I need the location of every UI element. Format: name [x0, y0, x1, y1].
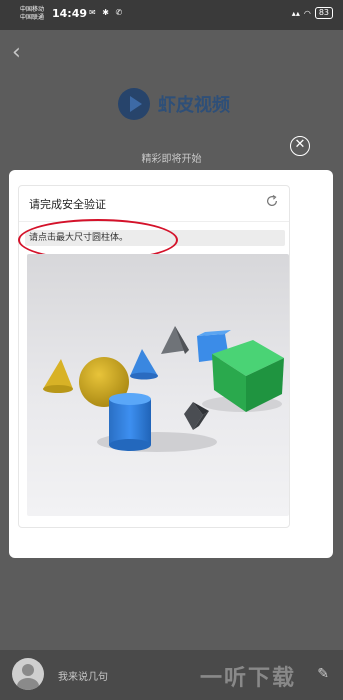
wifi-icon: ◠	[303, 8, 311, 18]
carrier-labels: 中国移动 中国联通	[20, 6, 44, 22]
app-logo: 虾皮视频	[118, 88, 230, 120]
comment-input[interactable]: 我来说几句	[58, 668, 108, 683]
close-button[interactable]: ✕	[290, 136, 310, 156]
app-name: 虾皮视频	[158, 95, 230, 116]
edit-icon[interactable]: ✎	[317, 666, 329, 682]
system-icons: ▴▴ ◠ 83	[292, 7, 333, 19]
back-button[interactable]: ‹	[12, 42, 32, 64]
carrier-2: 中国联通	[20, 14, 45, 21]
clock: 14:49	[52, 7, 88, 20]
captcha-title: 请完成安全验证	[29, 198, 106, 211]
captcha-card: 请完成安全验证 请点击最大尺寸圆柱体。	[18, 185, 290, 528]
carrier-1: 中国移动	[20, 6, 45, 13]
blue-cylinder[interactable]	[109, 393, 151, 451]
refresh-icon[interactable]	[265, 194, 279, 208]
play-icon	[118, 88, 150, 120]
avatar[interactable]	[12, 658, 44, 690]
status-bar: 中国移动 中国联通 14:49 ✉ ✱ ✆ ▴▴ ◠ 83	[0, 0, 343, 30]
watermark: 一听下载	[200, 666, 297, 691]
signal-icon: ▴▴	[291, 8, 300, 18]
captcha-modal: 请完成安全验证 请点击最大尺寸圆柱体。	[9, 170, 333, 558]
battery-indicator: 83	[314, 7, 333, 19]
notification-icons: ✉ ✱ ✆	[89, 8, 125, 17]
captcha-image[interactable]	[27, 254, 289, 516]
